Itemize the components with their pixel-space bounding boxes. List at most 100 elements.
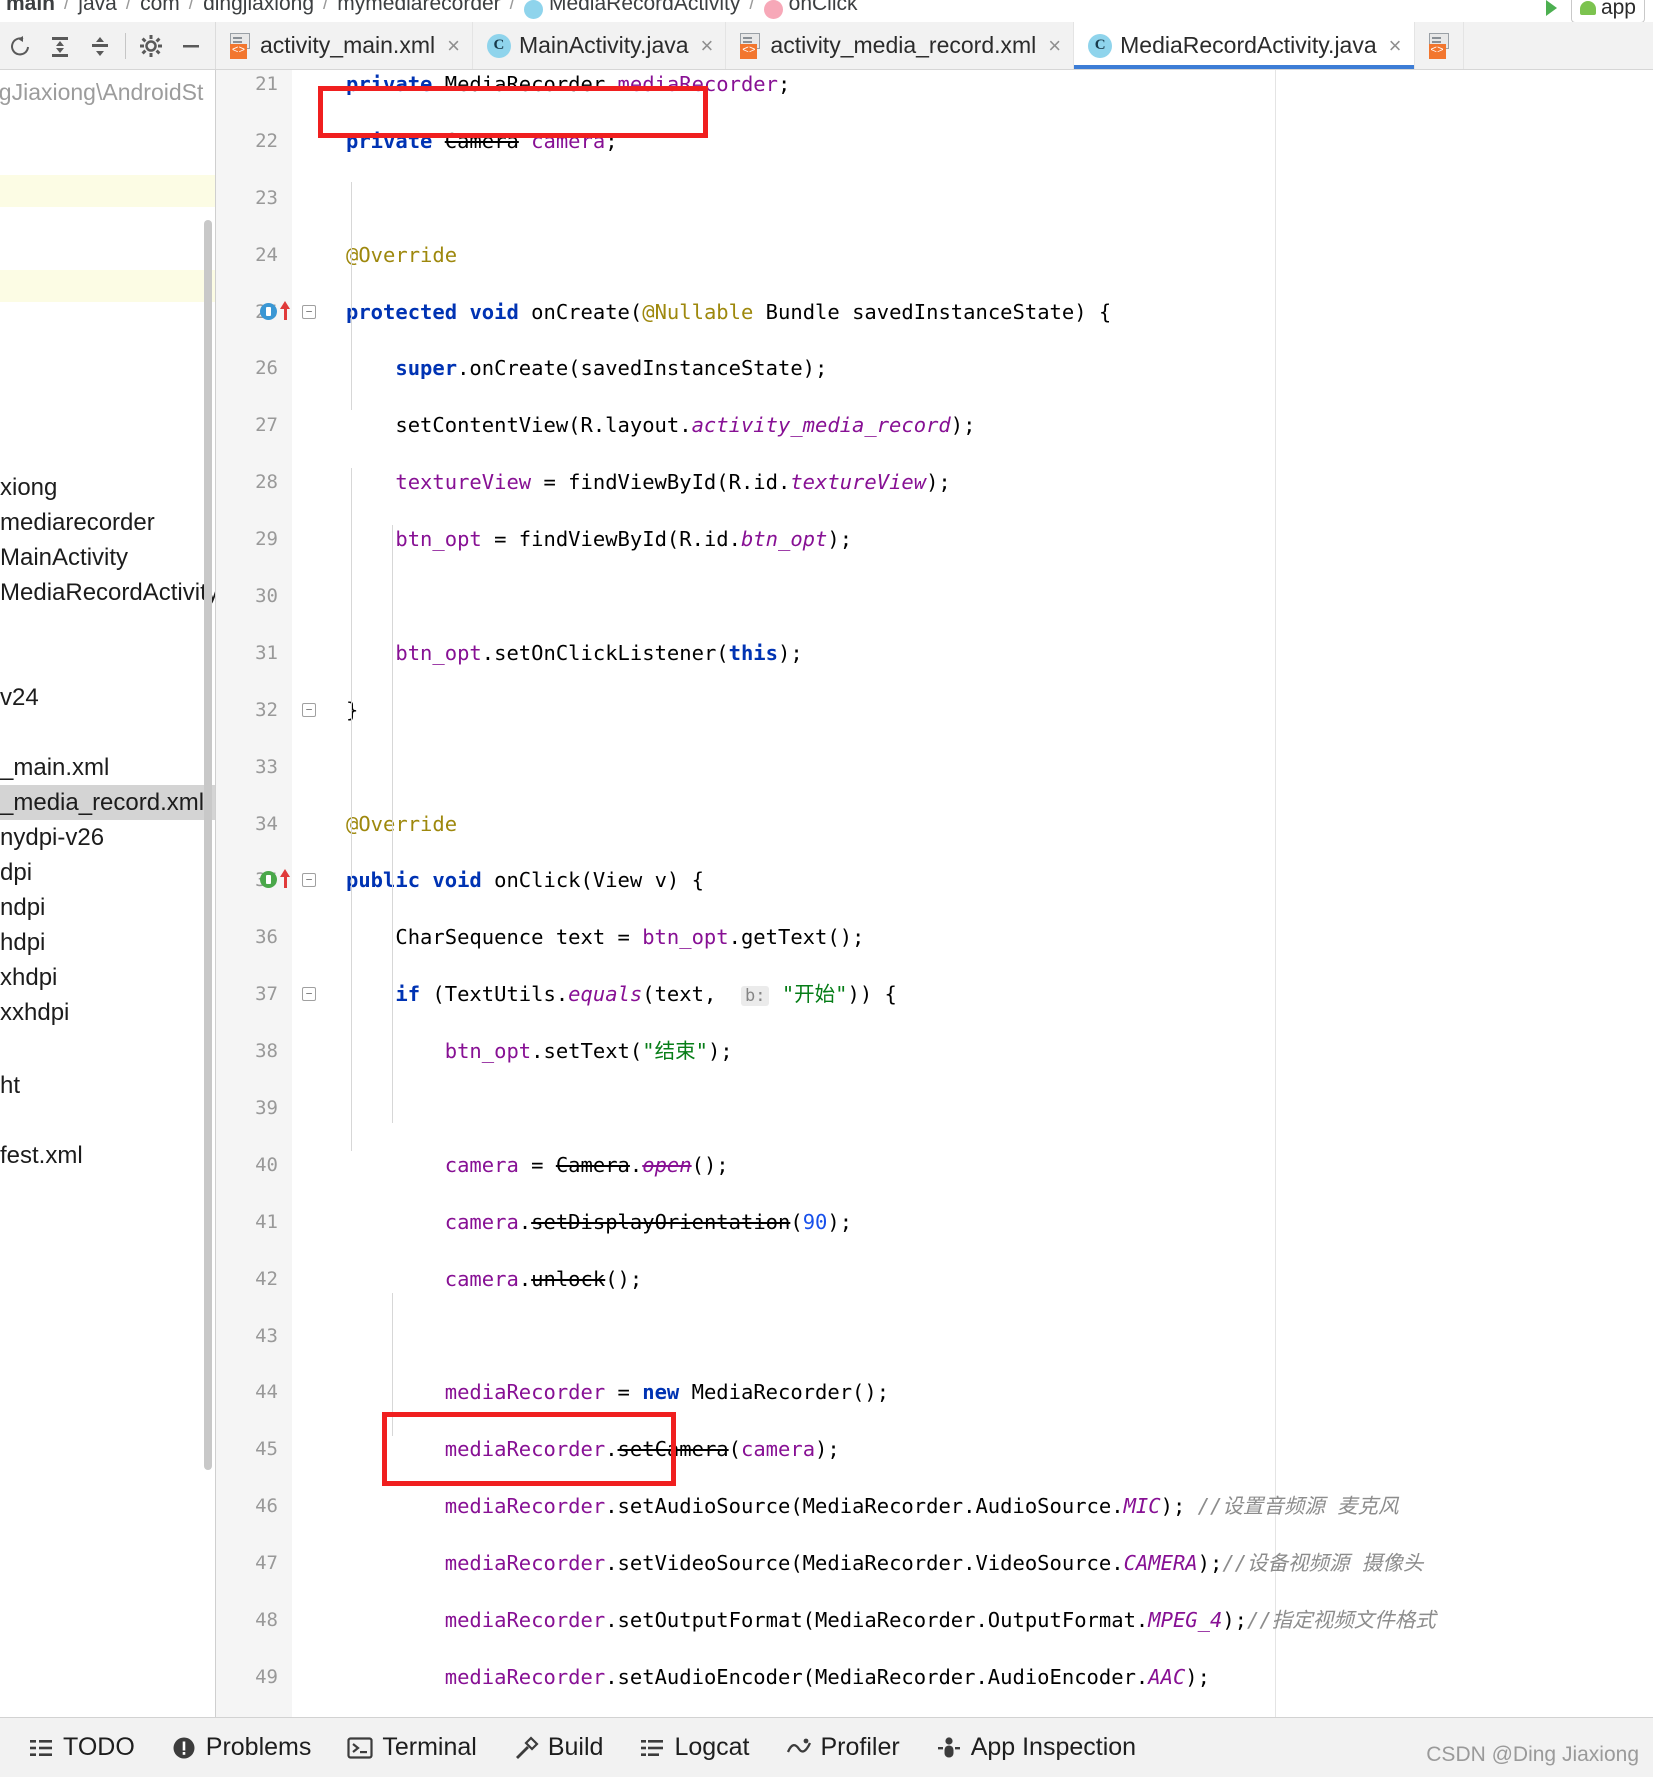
close-icon[interactable]: × xyxy=(1389,34,1402,57)
line-number: 38 xyxy=(255,1040,278,1063)
settings-gear-icon[interactable] xyxy=(131,23,171,69)
code-line[interactable]: 26 super.onCreate(savedInstanceState); xyxy=(216,354,1653,382)
code-line[interactable]: 43 xyxy=(216,1322,1653,1350)
line-number: 43 xyxy=(255,1324,278,1347)
tool-window-button[interactable]: Profiler xyxy=(768,1718,918,1777)
breadcrumb-item[interactable]: MediaRecordActivity xyxy=(523,0,740,22)
breadcrumb-item[interactable]: dingjiaxiong xyxy=(203,0,314,22)
tool-window-button[interactable]: Terminal xyxy=(329,1718,494,1777)
project-tree-item[interactable]: xhdpi xyxy=(0,960,215,995)
editor-tab[interactable]: C MediaRecordActivity.java × xyxy=(1074,22,1415,69)
code-line[interactable]: 29 btn_opt = findViewById(R.id.btn_opt); xyxy=(216,525,1653,553)
hide-icon[interactable] xyxy=(171,23,211,69)
code-line[interactable]: 44 mediaRecorder = new MediaRecorder(); xyxy=(216,1378,1653,1406)
code-line[interactable]: 38 btn_opt.setText("结束"); xyxy=(216,1037,1653,1065)
code-line[interactable]: 30 xyxy=(216,582,1653,610)
fold-toggle-icon[interactable]: − xyxy=(302,304,316,319)
fold-toggle-icon[interactable]: − xyxy=(302,873,316,888)
code-line[interactable]: 31 btn_opt.setOnClickListener(this); xyxy=(216,639,1653,667)
breadcrumb-item[interactable]: mymediarecorder xyxy=(337,0,500,22)
project-tree-item[interactable]: nydpi-v26 xyxy=(0,820,215,855)
line-number: 28 xyxy=(255,471,278,494)
tool-window-label: Problems xyxy=(205,1733,312,1761)
tool-window-label: App Inspection xyxy=(970,1733,1137,1761)
sidebar-scrollbar[interactable] xyxy=(204,220,212,1470)
code-text: setContentView(R.layout.activity_media_r… xyxy=(346,413,976,438)
code-line[interactable]: 40 camera = Camera.open(); xyxy=(216,1151,1653,1179)
code-line[interactable]: 27 setContentView(R.layout.activity_medi… xyxy=(216,411,1653,439)
logcat-icon xyxy=(639,1735,665,1761)
project-tree-item[interactable]: xxhdpi xyxy=(0,995,215,1030)
close-icon[interactable]: × xyxy=(701,34,714,57)
project-tree-item[interactable]: hdpi xyxy=(0,925,215,960)
code-line[interactable]: 34 @Override xyxy=(216,810,1653,838)
code-line[interactable]: 24 @Override xyxy=(216,241,1653,269)
code-line[interactable]: 39 xyxy=(216,1094,1653,1122)
fold-toggle-icon[interactable]: − xyxy=(302,702,316,717)
code-line[interactable]: 45 mediaRecorder.setCamera(camera); xyxy=(216,1435,1653,1463)
code-line[interactable]: 49 mediaRecorder.setAudioEncoder(MediaRe… xyxy=(216,1663,1653,1691)
breadcrumb-item[interactable]: com xyxy=(140,0,180,22)
editor-tab[interactable]: <> activity_media_record.xml × xyxy=(726,22,1075,69)
back-icon[interactable] xyxy=(0,23,40,69)
tool-window-button[interactable]: Logcat xyxy=(621,1718,767,1777)
breadcrumb-item[interactable]: main xyxy=(6,0,55,22)
breadcrumb-item[interactable]: onClick xyxy=(763,0,858,22)
project-tree-item[interactable]: _main.xml xyxy=(0,750,215,785)
project-tree-item[interactable]: _media_record.xml xyxy=(0,785,215,820)
fold-toggle-icon[interactable]: − xyxy=(302,987,316,1002)
breadcrumb-label: onClick xyxy=(788,0,858,15)
code-line[interactable]: 47 mediaRecorder.setVideoSource(MediaRec… xyxy=(216,1549,1653,1577)
code-line[interactable]: 36 CharSequence text = btn_opt.getText()… xyxy=(216,923,1653,951)
editor-tab-overflow[interactable]: <> xyxy=(1414,22,1464,69)
project-tree-item[interactable]: dpi xyxy=(0,855,215,890)
project-tree-item[interactable]: ndpi xyxy=(0,890,215,925)
project-tree-item[interactable]: fest.xml xyxy=(0,1138,215,1173)
code-line[interactable]: 37 − if (TextUtils.equals(text, b: "开始"))… xyxy=(216,980,1653,1008)
code-line[interactable]: 48 mediaRecorder.setOutputFormat(MediaRe… xyxy=(216,1606,1653,1634)
code-line[interactable]: 33 xyxy=(216,753,1653,781)
project-tree-item[interactable]: MainActivity xyxy=(0,540,215,575)
project-tree-item[interactable]: mediarecorder xyxy=(0,505,215,540)
run-config-selector[interactable]: app xyxy=(1570,0,1645,23)
project-tree-item[interactable]: ht xyxy=(0,1068,215,1103)
project-tree-item[interactable]: xiong xyxy=(0,470,215,505)
code-editor[interactable]: 21 private MediaRecorder mediaRecorder; 22… xyxy=(216,70,1653,1717)
close-icon[interactable]: × xyxy=(1048,34,1061,57)
project-tree-panel[interactable]: ngJiaxiong\AndroidSt xiong mediarecorder M… xyxy=(0,70,216,1717)
code-lines[interactable]: 21 private MediaRecorder mediaRecorder; 22… xyxy=(216,70,1653,1717)
project-tree-item[interactable]: MediaRecordActivity xyxy=(0,575,215,610)
editor-tab[interactable]: C MainActivity.java × xyxy=(472,22,727,69)
override-arrow-icon[interactable] xyxy=(280,869,290,889)
code-line[interactable]: 23 xyxy=(216,184,1653,212)
code-line[interactable]: 22 private Camera camera; xyxy=(216,127,1653,155)
editor-tab[interactable]: <> activity_main.xml × xyxy=(216,22,473,69)
tool-window-button[interactable]: Problems xyxy=(153,1718,330,1777)
code-line[interactable]: 25−protected void onCreate(@Nullable Bun… xyxy=(216,298,1653,326)
tool-window-button[interactable]: Build xyxy=(495,1718,622,1777)
code-line[interactable]: 28 textureView = findViewById(R.id.textu… xyxy=(216,468,1653,496)
collapse-all-icon[interactable] xyxy=(80,23,120,69)
code-line[interactable]: 41 camera.setDisplayOrientation(90); xyxy=(216,1208,1653,1236)
breadcrumb-separator: / xyxy=(188,0,195,14)
override-arrow-icon[interactable] xyxy=(280,300,290,320)
run-icon[interactable] xyxy=(1545,0,1557,16)
project-tree-item[interactable]: v24 xyxy=(0,680,215,715)
tool-window-button[interactable]: TODO xyxy=(10,1718,153,1777)
gutter-run-icon[interactable] xyxy=(260,302,277,320)
expand-all-icon[interactable] xyxy=(40,23,80,69)
editor-tab-label: activity_main.xml xyxy=(260,32,436,58)
breadcrumb-item[interactable]: java xyxy=(78,0,117,22)
code-line[interactable]: 35−public void onClick(View v) { xyxy=(216,866,1653,894)
code-text: super.onCreate(savedInstanceState); xyxy=(395,356,828,381)
line-number: 42 xyxy=(255,1267,278,1290)
xml-file-icon: <> xyxy=(230,32,252,59)
line-number: 21 xyxy=(255,73,278,95)
code-line[interactable]: 21 private MediaRecorder mediaRecorder; xyxy=(216,70,1653,98)
code-line[interactable]: 46 mediaRecorder.setAudioSource(MediaRec… xyxy=(216,1492,1653,1520)
code-line[interactable]: 42 camera.unlock(); xyxy=(216,1265,1653,1293)
code-text: CharSequence text = btn_opt.getText(); xyxy=(346,925,865,950)
code-line[interactable]: 32 −} xyxy=(216,696,1653,724)
tool-window-button[interactable]: App Inspection xyxy=(918,1718,1154,1777)
close-icon[interactable]: × xyxy=(447,34,460,57)
